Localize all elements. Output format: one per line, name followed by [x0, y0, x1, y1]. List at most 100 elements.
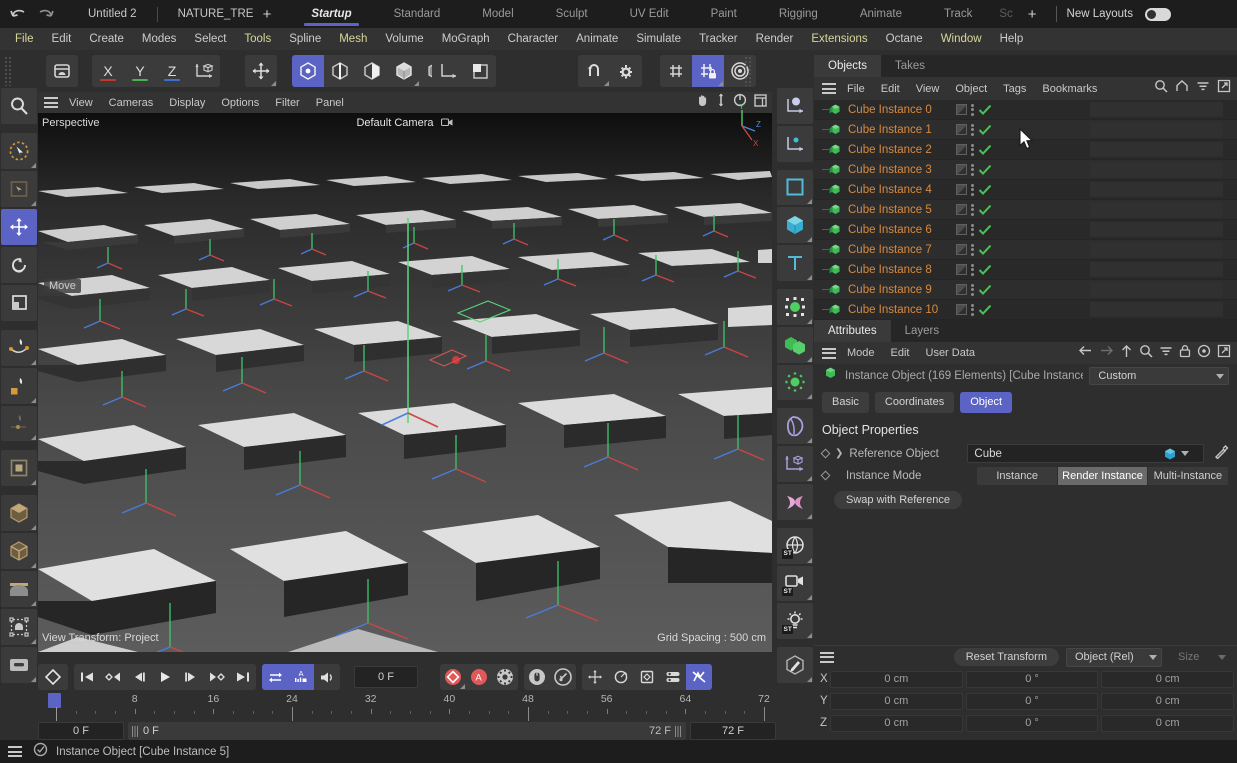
- light-object-icon[interactable]: [777, 88, 813, 124]
- enabled-check-icon[interactable]: [978, 304, 992, 316]
- redo-arrow-icon[interactable]: [37, 7, 54, 21]
- viewport-menu-options[interactable]: Options: [213, 97, 267, 109]
- move-tool-icon[interactable]: [1, 209, 37, 245]
- size-y-field[interactable]: 0 cm: [1101, 693, 1234, 710]
- size-x-field[interactable]: 0 cm: [1101, 671, 1234, 688]
- object-tag-icon[interactable]: [956, 124, 967, 135]
- mograph-cloner-icon[interactable]: [777, 289, 813, 325]
- visibility-dots-icon[interactable]: [971, 124, 974, 136]
- edge-mode-icon[interactable]: [324, 55, 356, 87]
- menu-modes[interactable]: Modes: [133, 28, 186, 50]
- snap-settings-icon[interactable]: [610, 55, 642, 87]
- attr-menu-user-data[interactable]: User Data: [918, 347, 984, 359]
- instance-object-icon[interactable]: [828, 303, 843, 317]
- object-name[interactable]: Cube Instance 7: [848, 244, 932, 256]
- om-menu-view[interactable]: View: [908, 83, 948, 95]
- model-mode-icon[interactable]: [388, 55, 420, 87]
- object-tag-icon[interactable]: [956, 144, 967, 155]
- open-window-icon[interactable]: [1217, 79, 1231, 98]
- object-list-item[interactable]: Cube Instance 1: [814, 120, 1237, 140]
- keyframe-diamond-icon[interactable]: [821, 449, 831, 459]
- scale-key-icon[interactable]: [634, 664, 660, 690]
- keyframe-settings-icon[interactable]: [492, 664, 518, 690]
- object-list-item[interactable]: Cube Instance 5: [814, 200, 1237, 220]
- param-key-disabled-icon[interactable]: [686, 664, 712, 690]
- grid-icon[interactable]: [660, 55, 692, 87]
- enabled-check-icon[interactable]: [978, 124, 992, 136]
- instance-object-icon[interactable]: [828, 283, 843, 297]
- enabled-check-icon[interactable]: [978, 244, 992, 256]
- size-z-field[interactable]: 0 cm: [1101, 715, 1234, 732]
- lock-icon[interactable]: [1179, 344, 1191, 363]
- object-list-item[interactable]: Cube Instance 4: [814, 180, 1237, 200]
- mograph-effector-icon[interactable]: [777, 327, 813, 363]
- chevron-down-icon[interactable]: [1181, 451, 1189, 456]
- cloth-surface-icon[interactable]: [777, 484, 813, 520]
- menu-volume[interactable]: Volume: [376, 28, 432, 50]
- object-name[interactable]: Cube Instance 1: [848, 124, 932, 136]
- primitive-cube-icon[interactable]: [1, 495, 37, 531]
- enabled-check-icon[interactable]: [978, 184, 992, 196]
- menu-octane[interactable]: Octane: [877, 28, 932, 50]
- om-menu-file[interactable]: File: [839, 83, 873, 95]
- object-list-item[interactable]: Cube Instance 2: [814, 140, 1237, 160]
- null-object-icon[interactable]: [777, 126, 813, 162]
- instance-object-icon[interactable]: [828, 163, 843, 177]
- menu-window[interactable]: Window: [932, 28, 991, 50]
- lock-x-axis-icon[interactable]: X: [92, 55, 124, 87]
- om-menu-object[interactable]: Object: [947, 83, 995, 95]
- layout-tab-sc[interactable]: Sc: [993, 0, 1018, 28]
- layout-tab-paint[interactable]: Paint: [690, 0, 758, 28]
- world-axis-icon[interactable]: [777, 446, 813, 482]
- pla-key-icon[interactable]: [660, 664, 686, 690]
- current-frame-field[interactable]: 0 F: [354, 666, 418, 688]
- key-mouse-icon[interactable]: [524, 664, 550, 690]
- menu-edit[interactable]: Edit: [43, 28, 81, 50]
- axis-mode-icon[interactable]: [432, 55, 464, 87]
- octane-light-icon[interactable]: ST: [777, 603, 813, 639]
- tab-basic[interactable]: Basic: [822, 392, 869, 413]
- object-list-item[interactable]: Cube Instance 9: [814, 280, 1237, 300]
- object-tag-icon[interactable]: [956, 284, 967, 295]
- add-document-button[interactable]: +: [254, 0, 281, 28]
- enabled-check-icon[interactable]: [978, 264, 992, 276]
- autokeying-icon[interactable]: A: [466, 664, 492, 690]
- enabled-check-icon[interactable]: [978, 204, 992, 216]
- viewport-menu-panel[interactable]: Panel: [308, 97, 352, 109]
- menu-simulate[interactable]: Simulate: [627, 28, 690, 50]
- layout-tab-startup[interactable]: Startup: [290, 0, 372, 28]
- timeline-ruler[interactable]: 081624324048566472: [38, 693, 776, 721]
- snap-icon[interactable]: [578, 55, 610, 87]
- speaker-icon[interactable]: [314, 664, 340, 690]
- octane-camera-icon[interactable]: ST: [777, 566, 813, 602]
- object-tag-icon[interactable]: [956, 164, 967, 175]
- hamburger-icon[interactable]: [8, 746, 22, 757]
- menu-animate[interactable]: Animate: [567, 28, 627, 50]
- layout-tab-rigging[interactable]: Rigging: [758, 0, 839, 28]
- segment-render-instance[interactable]: Render Instance: [1058, 467, 1147, 485]
- document-tab-1[interactable]: NATURE_TRE...LAI: [158, 0, 254, 28]
- object-list-item[interactable]: Cube Instance 0: [814, 100, 1237, 120]
- up-arrow-icon[interactable]: [1120, 344, 1133, 363]
- keyframe-diamond-icon[interactable]: [38, 664, 68, 690]
- object-list-item[interactable]: Cube Instance 3: [814, 160, 1237, 180]
- swap-with-reference-button[interactable]: Swap with Reference: [834, 491, 962, 509]
- object-name[interactable]: Cube Instance 10: [848, 304, 938, 316]
- object-name[interactable]: Cube Instance 6: [848, 224, 932, 236]
- lock-z-axis-icon[interactable]: Z: [156, 55, 188, 87]
- rotate-tool-icon[interactable]: [1, 247, 37, 283]
- menu-spline[interactable]: Spline: [280, 28, 330, 50]
- document-tab-0[interactable]: Untitled 2: [68, 0, 157, 28]
- lock-y-axis-icon[interactable]: Y: [124, 55, 156, 87]
- layout-tab-animate[interactable]: Animate: [839, 0, 923, 28]
- workplane-icon[interactable]: [464, 55, 496, 87]
- chevron-right-icon[interactable]: ❯: [835, 448, 843, 459]
- size-dropdown[interactable]: Size: [1169, 648, 1231, 667]
- step-back-icon[interactable]: [126, 664, 152, 690]
- tab-coordinates[interactable]: Coordinates: [875, 392, 954, 413]
- enabled-check-icon[interactable]: [978, 104, 992, 116]
- instance-object-icon[interactable]: [828, 123, 843, 137]
- visibility-dots-icon[interactable]: [971, 144, 974, 156]
- visibility-dots-icon[interactable]: [971, 184, 974, 196]
- search-icon[interactable]: [1, 88, 37, 124]
